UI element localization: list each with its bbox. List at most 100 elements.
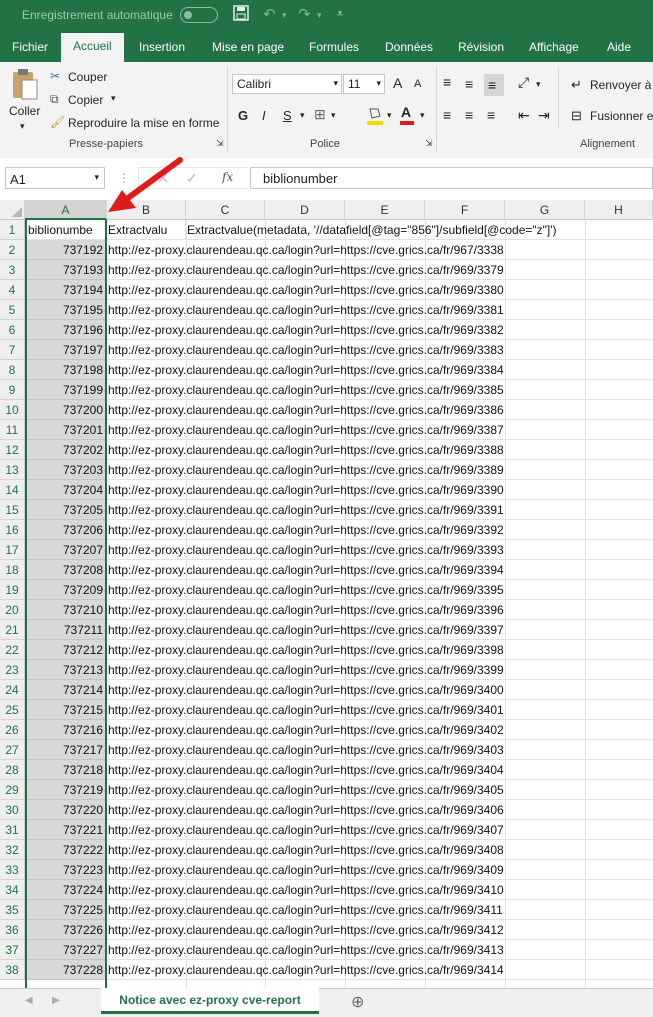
cell-url[interactable]: http://ez-proxy.claurendeau.qc.ca/login?… [107,680,653,700]
cell-biblionumber[interactable]: 737207 [25,540,106,560]
cell-url[interactable]: http://ez-proxy.claurendeau.qc.ca/login?… [107,860,653,880]
cell-biblionumber[interactable]: 737202 [25,440,106,460]
insert-function-button[interactable]: fx [222,170,233,184]
column-header-e[interactable]: E [345,200,425,220]
prev-sheet-icon[interactable]: ◀ [25,995,33,1006]
copy-dropdown-icon[interactable]: ▾ [111,93,116,104]
tab-accueil[interactable]: Accueil [61,33,124,62]
cell-url[interactable]: http://ez-proxy.claurendeau.qc.ca/login?… [107,480,653,500]
row-header[interactable]: 38 [0,960,25,980]
font-name-dropdown-icon[interactable]: ▾ [333,78,338,89]
cut-icon[interactable]: ✂ [50,69,60,83]
cell-url[interactable]: http://ez-proxy.claurendeau.qc.ca/login?… [107,260,653,280]
row-header[interactable]: 23 [0,660,25,680]
cell-biblionumber[interactable]: 737195 [25,300,106,320]
row-header[interactable]: 33 [0,860,25,880]
row-header[interactable]: 18 [0,560,25,580]
cell-url[interactable]: http://ez-proxy.claurendeau.qc.ca/login?… [107,460,653,480]
cell-url[interactable]: http://ez-proxy.claurendeau.qc.ca/login?… [107,420,653,440]
cell-url[interactable]: http://ez-proxy.claurendeau.qc.ca/login?… [107,500,653,520]
bold-button[interactable]: G [238,108,248,123]
row-header[interactable]: 13 [0,460,25,480]
tab-insertion[interactable]: Insertion [139,40,185,54]
column-header-h[interactable]: H [585,200,653,220]
cell-url[interactable]: http://ez-proxy.claurendeau.qc.ca/login?… [107,280,653,300]
row-header[interactable]: 4 [0,280,25,300]
row-header[interactable]: 14 [0,480,25,500]
align-left-icon[interactable]: ≡ [443,107,451,123]
cell-biblionumber[interactable]: 737220 [25,800,106,820]
cell-url[interactable]: http://ez-proxy.claurendeau.qc.ca/login?… [107,800,653,820]
autosave-toggle[interactable] [180,7,218,23]
cell-url[interactable]: http://ez-proxy.claurendeau.qc.ca/login?… [107,820,653,840]
cell-c1[interactable]: Extractvalue(metadata, '//datafield[@tag… [186,220,653,240]
cell-biblionumber[interactable]: 737194 [25,280,106,300]
cell-url[interactable]: http://ez-proxy.claurendeau.qc.ca/login?… [107,440,653,460]
cell-url[interactable]: http://ez-proxy.claurendeau.qc.ca/login?… [107,780,653,800]
cell-biblionumber[interactable]: 737228 [25,960,106,980]
cell-biblionumber[interactable]: 737198 [25,360,106,380]
orientation-icon[interactable]: ⤢ [518,74,529,91]
tab-affichage[interactable]: Affichage [529,40,579,54]
cell-url[interactable]: http://ez-proxy.claurendeau.qc.ca/login?… [107,600,653,620]
row-header[interactable]: 3 [0,260,25,280]
column-header-a[interactable]: A [25,200,107,220]
row-header[interactable]: 29 [0,780,25,800]
cell-biblionumber[interactable]: 737193 [25,260,106,280]
cell-url[interactable]: http://ez-proxy.claurendeau.qc.ca/login?… [107,900,653,920]
cell-biblionumber[interactable]: 737199 [25,380,106,400]
cell-biblionumber[interactable]: 737205 [25,500,106,520]
align-center-icon[interactable]: ≡ [465,107,473,123]
cell-biblionumber[interactable]: 737210 [25,600,106,620]
row-header[interactable]: 25 [0,700,25,720]
cell-biblionumber[interactable]: 737200 [25,400,106,420]
cut-button[interactable]: Couper [68,70,107,84]
row-header[interactable]: 20 [0,600,25,620]
cell-biblionumber[interactable]: 737225 [25,900,106,920]
align-top-icon[interactable]: ≡ [443,74,451,90]
cell-url[interactable]: http://ez-proxy.claurendeau.qc.ca/login?… [107,360,653,380]
row-header[interactable]: 30 [0,800,25,820]
cell-biblionumber[interactable]: 737214 [25,680,106,700]
cell-biblionumber[interactable]: 737219 [25,780,106,800]
sheet-tab-active[interactable]: Notice avec ez-proxy cve-report [101,988,319,1014]
row-header[interactable]: 1 [0,220,25,240]
cell-biblionumber[interactable]: 737222 [25,840,106,860]
cell-biblionumber[interactable]: 737196 [25,320,106,340]
name-box[interactable]: A1 ▾ [5,167,105,189]
wrap-text-icon[interactable]: ↵ [571,77,582,93]
row-header[interactable]: 11 [0,420,25,440]
cell-url[interactable]: http://ez-proxy.claurendeau.qc.ca/login?… [107,400,653,420]
cell-biblionumber[interactable]: 737211 [25,620,106,640]
row-header[interactable]: 6 [0,320,25,340]
cell-biblionumber[interactable]: 737203 [25,460,106,480]
row-header[interactable]: 7 [0,340,25,360]
cell-biblionumber[interactable]: 737212 [25,640,106,660]
cell-url[interactable]: http://ez-proxy.claurendeau.qc.ca/login?… [107,840,653,860]
decrease-indent-icon[interactable]: ⇤ [518,107,530,124]
row-header[interactable]: 15 [0,500,25,520]
cell-a1[interactable]: biblionumbe [25,220,106,240]
cell-b1[interactable]: Extractvalu [107,220,186,240]
orientation-dropdown-icon[interactable]: ▾ [536,79,541,90]
cell-url[interactable]: http://ez-proxy.claurendeau.qc.ca/login?… [107,300,653,320]
cell-url[interactable]: http://ez-proxy.claurendeau.qc.ca/login?… [107,620,653,640]
formula-input[interactable]: biblionumber [250,167,653,189]
cell-biblionumber[interactable]: 737221 [25,820,106,840]
cell-url[interactable]: http://ez-proxy.claurendeau.qc.ca/login?… [107,660,653,680]
cell-biblionumber[interactable]: 737218 [25,760,106,780]
cell-biblionumber[interactable]: 737216 [25,720,106,740]
cell-biblionumber[interactable]: 737209 [25,580,106,600]
tab-fichier[interactable]: Fichier [12,40,48,54]
cell-url[interactable]: http://ez-proxy.claurendeau.qc.ca/login?… [107,880,653,900]
clipboard-launcher-icon[interactable]: ⇲ [216,138,224,149]
row-header[interactable]: 26 [0,720,25,740]
cell-url[interactable]: http://ez-proxy.claurendeau.qc.ca/login?… [107,960,653,980]
copy-button[interactable]: Copier [68,93,103,107]
cell-url[interactable]: http://ez-proxy.claurendeau.qc.ca/login?… [107,380,653,400]
save-icon[interactable] [233,5,249,25]
cell-url[interactable]: http://ez-proxy.claurendeau.qc.ca/login?… [107,640,653,660]
redo-dropdown-icon[interactable]: ▾ [317,10,322,21]
customize-icon[interactable]: ⩡ [337,8,343,21]
font-color-icon[interactable]: A [401,104,411,120]
